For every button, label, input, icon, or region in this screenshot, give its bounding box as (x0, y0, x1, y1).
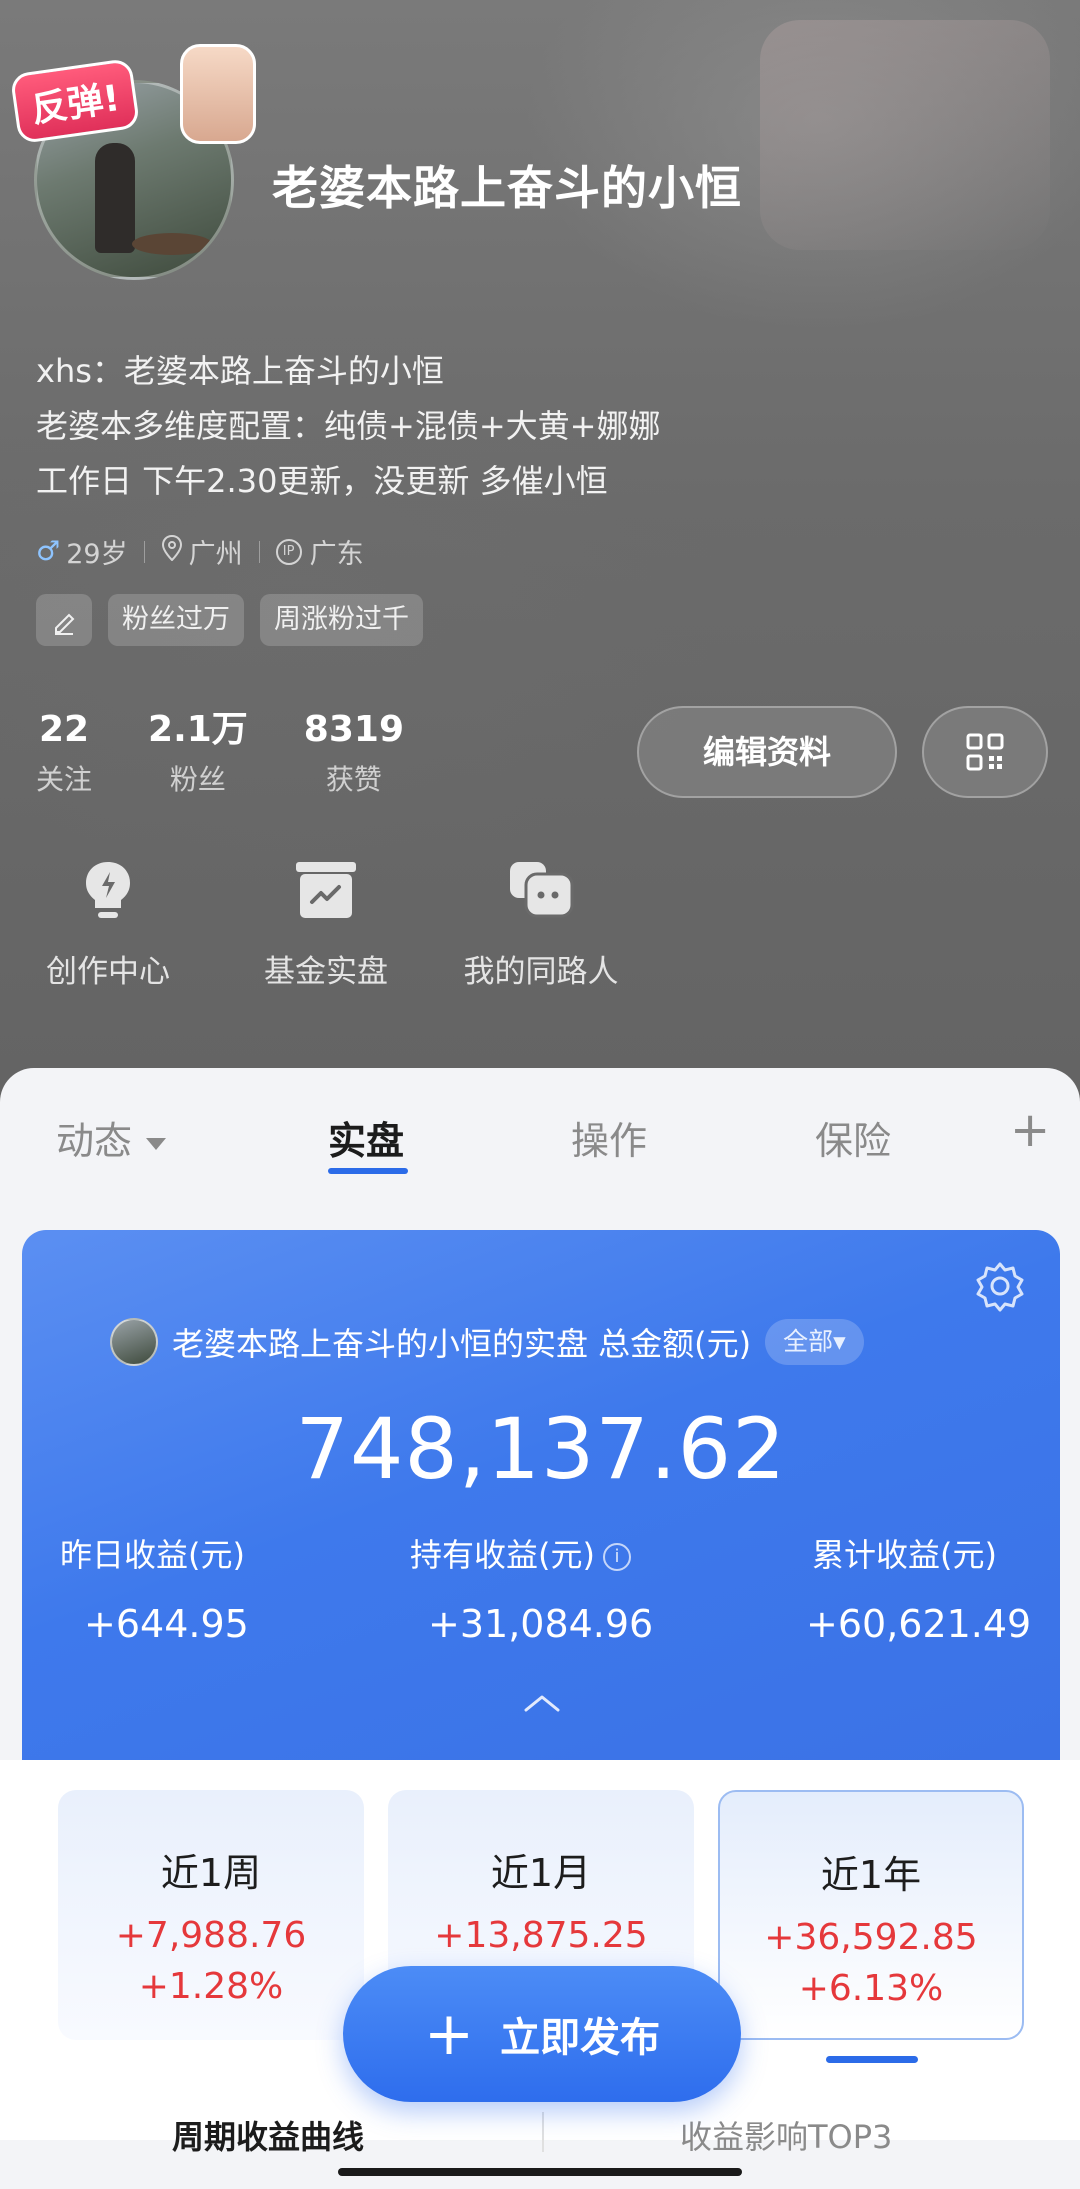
profile-nickname: 老婆本路上奋斗的小恒 (272, 161, 742, 215)
profile-tags: 粉丝过万 周涨粉过千 (36, 594, 423, 646)
period-name: 近1周 (160, 1851, 262, 1895)
ip-location-text: 广东 (309, 539, 364, 570)
bottom-tab-divider (542, 2112, 544, 2152)
settings-gear-icon[interactable] (974, 1260, 1026, 1316)
portfolio-avatar (110, 1318, 158, 1366)
shortcut-label: 创作中心 (46, 954, 170, 990)
meta-divider (143, 540, 145, 563)
location-pin-icon (161, 534, 183, 568)
stat-likes[interactable]: 8319 获赞 (304, 708, 404, 798)
tab-portfolio[interactable]: 实盘 (328, 1110, 404, 1165)
shortcut-fellow-travelers[interactable]: 我的同路人 (456, 858, 626, 991)
publish-button[interactable]: + 立即发布 (343, 1966, 741, 2102)
period-amount: +13,875.25 (434, 1915, 648, 1956)
period-name: 近1年 (820, 1853, 922, 1897)
bio-line: 工作日 下午2.30更新，没更新 多催小恒 (36, 462, 608, 500)
stat-label: 获赞 (325, 763, 382, 796)
stat-value: 22 (38, 709, 90, 750)
period-card-week[interactable]: 近1周 +7,988.76 +1.28% (58, 1790, 364, 2040)
period-name: 近1月 (490, 1851, 592, 1895)
metric-value: +644.95 (84, 1602, 249, 1646)
shortcut-fund-portfolio[interactable]: 基金实盘 (256, 858, 396, 991)
qr-code-icon (966, 733, 1004, 771)
chart-box-icon (292, 858, 360, 922)
portfolio-total-amount: 748,137.62 (295, 1400, 787, 1498)
portfolio-title: 老婆本路上奋斗的小恒的实盘 总金额(元) (172, 1325, 752, 1363)
tab-operations[interactable]: 操作 (571, 1110, 647, 1165)
plus-icon: + (423, 1999, 475, 2069)
edit-profile-button[interactable]: 编辑资料 (637, 706, 897, 798)
metric-label: 持有收益(元) i (410, 1530, 653, 1576)
meta-divider (258, 540, 260, 563)
period-amount: +36,592.85 (764, 1917, 978, 1958)
tab-bar: 动态 实盘 操作 保险 + (0, 1068, 1080, 1188)
male-icon: ♂ (36, 536, 61, 567)
tab-period-curve[interactable]: 周期收益曲线 (172, 2112, 364, 2158)
stat-label: 关注 (36, 763, 93, 796)
age-text: 29岁 (66, 539, 128, 570)
caret-down-icon (146, 1137, 167, 1150)
metric-cumulative: 累计收益(元) +60,621.49 (806, 1530, 1031, 1646)
metric-value: +31,084.96 (428, 1602, 654, 1646)
header-photo-decor (760, 20, 1050, 250)
qr-code-button[interactable] (922, 706, 1048, 798)
home-indicator (338, 2168, 742, 2176)
metric-label: 累计收益(元) (812, 1536, 997, 1574)
stat-value: 8319 (303, 709, 404, 750)
pencil-icon (55, 613, 75, 635)
shortcut-label: 我的同路人 (463, 954, 619, 990)
stat-value: 2.1万 (148, 709, 248, 750)
info-icon[interactable]: i (602, 1543, 631, 1571)
active-period-indicator (826, 2056, 918, 2063)
period-amount: +7,988.76 (115, 1915, 307, 1956)
portfolio-summary-card[interactable]: 老婆本路上奋斗的小恒的实盘 总金额(元) 全部▾ 748,137.62 昨日收益… (22, 1230, 1060, 1760)
publish-label: 立即发布 (500, 2015, 661, 2061)
tab-label: 动态 (56, 1119, 133, 1163)
metric-holding: 持有收益(元) i +31,084.96 (410, 1530, 653, 1646)
period-percent: +6.13% (798, 1968, 944, 2009)
avatar-sticker (180, 44, 256, 144)
stat-label: 粉丝 (169, 763, 226, 796)
tag-weekly-fans[interactable]: 周涨粉过千 (260, 594, 423, 646)
tag-fans-over-10k[interactable]: 粉丝过万 (108, 594, 244, 646)
shortcut-row: 创作中心 基金实盘 我的同路人 (0, 858, 680, 1018)
edit-tags-button[interactable] (36, 594, 92, 646)
chat-bubbles-icon (507, 858, 575, 922)
bio-line: xhs：老婆本路上奋斗的小恒 (36, 352, 444, 390)
collapse-chevron-up-icon[interactable] (522, 1692, 562, 1718)
shortcut-label: 基金实盘 (264, 954, 388, 990)
stat-following[interactable]: 22 关注 (36, 708, 92, 798)
portfolio-title-row: 老婆本路上奋斗的小恒的实盘 总金额(元) 全部▾ (110, 1318, 864, 1366)
profile-bio: xhs：老婆本路上奋斗的小恒 老婆本多维度配置：纯债+混债+大黄+娜娜 工作日 … (36, 344, 660, 509)
metric-value: +60,621.49 (806, 1602, 1032, 1646)
tab-insurance[interactable]: 保险 (815, 1110, 891, 1165)
portfolio-filter-dropdown[interactable]: 全部▾ (765, 1319, 864, 1365)
avatar-table (132, 233, 212, 255)
stat-followers[interactable]: 2.1万 粉丝 (148, 708, 248, 798)
metric-label: 昨日收益(元) (60, 1536, 245, 1574)
shortcut-creator-center[interactable]: 创作中心 (38, 858, 178, 991)
ip-icon: IP (275, 538, 302, 565)
period-card-year[interactable]: 近1年 +36,592.85 +6.13% (718, 1790, 1024, 2040)
avatar-figure (95, 143, 135, 253)
city-text: 广州 (188, 539, 243, 570)
metric-yesterday: 昨日收益(元) +644.95 (60, 1530, 249, 1646)
period-percent: +1.28% (138, 1966, 284, 2007)
lightbulb-icon (74, 858, 142, 922)
bio-line: 老婆本多维度配置：纯债+混债+大黄+娜娜 (36, 407, 661, 445)
profile-meta: ♂ 29岁 广州 IP 广东 (36, 532, 364, 571)
active-tab-indicator (328, 1168, 408, 1174)
tab-dynamics[interactable]: 动态 (56, 1110, 167, 1165)
tab-top3-impact[interactable]: 收益影响TOP3 (680, 2112, 892, 2158)
add-tab-icon[interactable]: + (1010, 1102, 1050, 1158)
metric-label-text: 持有收益(元) (410, 1536, 595, 1574)
profile-stats: 22 关注 2.1万 粉丝 8319 获赞 (36, 708, 460, 798)
